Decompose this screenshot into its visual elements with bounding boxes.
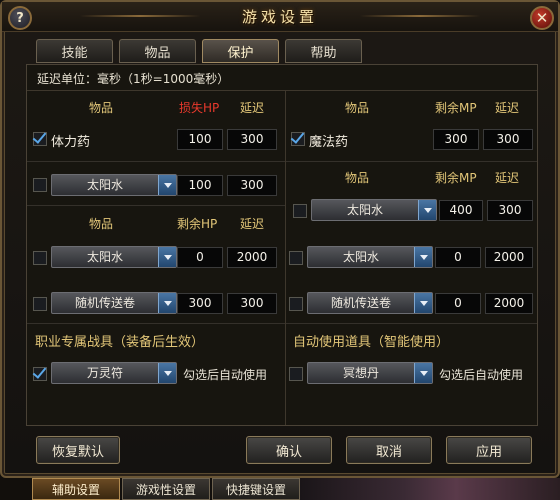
chevron-down-icon[interactable] [414, 293, 432, 313]
protect-panel: 延迟单位：毫秒（1秒=1000毫秒） 物品 损失HP 延迟 体力药 100 30… [26, 64, 538, 426]
dropdown-value: 太阳水 [86, 178, 123, 192]
title-bar: 游戏设置 ? ✕ [2, 2, 558, 32]
chevron-down-icon[interactable] [158, 293, 176, 313]
left-row4-value-input[interactable]: 300 [177, 293, 223, 314]
right-row4-item-dropdown[interactable]: 随机传送卷 [307, 292, 433, 314]
class-gear-dropdown[interactable]: 万灵符 [51, 362, 177, 384]
left-row4-item-dropdown[interactable]: 随机传送卷 [51, 292, 177, 314]
background-scenery [300, 478, 560, 500]
mp-potion-checkbox[interactable] [291, 132, 305, 146]
mp-potion-label: 魔法药 [309, 135, 349, 150]
reset-default-button[interactable]: 恢复默认 [36, 436, 120, 464]
auto-item-dropdown[interactable]: 冥想丹 [307, 362, 433, 384]
divider [27, 90, 537, 91]
dropdown-value: 随机传送卷 [330, 296, 391, 310]
dropdown-value: 太阳水 [86, 250, 123, 264]
left-header-lost-hp: 损失HP [179, 101, 220, 115]
tab-hotkey-settings[interactable]: 快捷键设置 [212, 478, 300, 500]
left-row4-checkbox[interactable] [33, 297, 47, 311]
mp-potion-value-input[interactable]: 300 [433, 129, 479, 150]
settings-window: 游戏设置 ? ✕ 技能 物品 保护 帮助 延迟单位：毫秒（1秒=1000毫秒） … [0, 0, 560, 478]
tab-skill[interactable]: 技能 [36, 39, 113, 63]
right-header2-remaining-mp: 剩余MP [435, 171, 477, 185]
tab-assist-settings[interactable]: 辅助设置 [32, 478, 120, 500]
hp-potion-value-input[interactable]: 100 [177, 129, 223, 150]
right-row2-item-dropdown[interactable]: 太阳水 [311, 199, 437, 221]
left-row3-value-input[interactable]: 0 [177, 247, 223, 268]
left-header2-delay: 延迟 [240, 217, 265, 231]
right-header2-item: 物品 [345, 171, 370, 185]
right-header-remaining-mp: 剩余MP [435, 101, 477, 115]
bottom-tabs: 辅助设置 游戏性设置 快捷键设置 [32, 478, 300, 500]
row-divider [27, 205, 285, 206]
row-divider [286, 323, 537, 324]
right-row4-delay-input[interactable]: 2000 [485, 293, 533, 314]
class-gear-hint: 勾选后自动使用 [183, 368, 268, 382]
right-row4-value-input[interactable]: 0 [435, 293, 481, 314]
left-row4-delay-input[interactable]: 300 [227, 293, 277, 314]
right-row3-checkbox[interactable] [289, 251, 303, 265]
dropdown-value: 太阳水 [346, 203, 383, 217]
row-divider [27, 323, 285, 324]
apply-button[interactable]: 应用 [446, 436, 532, 464]
right-row2-value-input[interactable]: 400 [439, 200, 483, 221]
right-header-delay: 延迟 [495, 101, 520, 115]
help-icon[interactable]: ? [8, 6, 32, 30]
right-row2-delay-input[interactable]: 300 [487, 200, 533, 221]
tab-gameplay-settings[interactable]: 游戏性设置 [122, 478, 210, 500]
tab-item[interactable]: 物品 [119, 39, 196, 63]
auto-item-hint: 勾选后自动使用 [439, 368, 524, 382]
row-divider [27, 161, 285, 162]
left-row3-item-dropdown[interactable]: 太阳水 [51, 246, 177, 268]
right-row2-checkbox[interactable] [293, 204, 307, 218]
row-divider [286, 161, 537, 162]
right-header-item: 物品 [345, 101, 370, 115]
dropdown-value: 万灵符 [86, 366, 123, 380]
left-row3-checkbox[interactable] [33, 251, 47, 265]
confirm-button[interactable]: 确认 [246, 436, 332, 464]
tab-help[interactable]: 帮助 [285, 39, 362, 63]
left-header-delay: 延迟 [240, 101, 265, 115]
column-divider [285, 91, 286, 425]
left-row2-delay-input[interactable]: 300 [227, 175, 277, 196]
left-row2-checkbox[interactable] [33, 178, 47, 192]
chevron-down-icon[interactable] [158, 175, 176, 195]
close-icon[interactable]: ✕ [530, 6, 554, 30]
settings-tabs: 技能 物品 保护 帮助 [36, 39, 362, 65]
right-header2-delay: 延迟 [495, 171, 520, 185]
hp-potion-label: 体力药 [51, 135, 91, 150]
chevron-down-icon[interactable] [158, 247, 176, 267]
hp-potion-checkbox[interactable] [33, 132, 47, 146]
dropdown-value: 太阳水 [342, 250, 379, 264]
hp-potion-delay-input[interactable]: 300 [227, 129, 277, 150]
left-header2-remaining-hp: 剩余HP [177, 217, 218, 231]
left-row3-delay-input[interactable]: 2000 [227, 247, 277, 268]
title-ornament-right [360, 15, 480, 17]
chevron-down-icon[interactable] [414, 363, 432, 383]
auto-item-title: 自动使用道具（智能使用） [293, 335, 450, 350]
left-row2-value-input[interactable]: 100 [177, 175, 223, 196]
dropdown-value: 冥想丹 [342, 366, 379, 380]
delay-unit-note: 延迟单位：毫秒（1秒=1000毫秒） [37, 72, 230, 86]
chevron-down-icon[interactable] [418, 200, 436, 220]
chevron-down-icon[interactable] [158, 363, 176, 383]
title-ornament-left [80, 15, 200, 17]
chevron-down-icon[interactable] [414, 247, 432, 267]
window-title: 游戏设置 [241, 8, 318, 26]
left-row2-item-dropdown[interactable]: 太阳水 [51, 174, 177, 196]
left-header-item: 物品 [89, 101, 114, 115]
right-row3-value-input[interactable]: 0 [435, 247, 481, 268]
dropdown-value: 随机传送卷 [74, 296, 135, 310]
left-header2-item: 物品 [89, 217, 114, 231]
tab-protect[interactable]: 保护 [202, 39, 279, 63]
right-row3-item-dropdown[interactable]: 太阳水 [307, 246, 433, 268]
right-row3-delay-input[interactable]: 2000 [485, 247, 533, 268]
right-row4-checkbox[interactable] [289, 297, 303, 311]
class-gear-checkbox[interactable] [33, 367, 47, 381]
class-gear-title: 职业专属战具（装备后生效） [35, 335, 205, 350]
cancel-button[interactable]: 取消 [346, 436, 432, 464]
mp-potion-delay-input[interactable]: 300 [483, 129, 533, 150]
auto-item-checkbox[interactable] [289, 367, 303, 381]
